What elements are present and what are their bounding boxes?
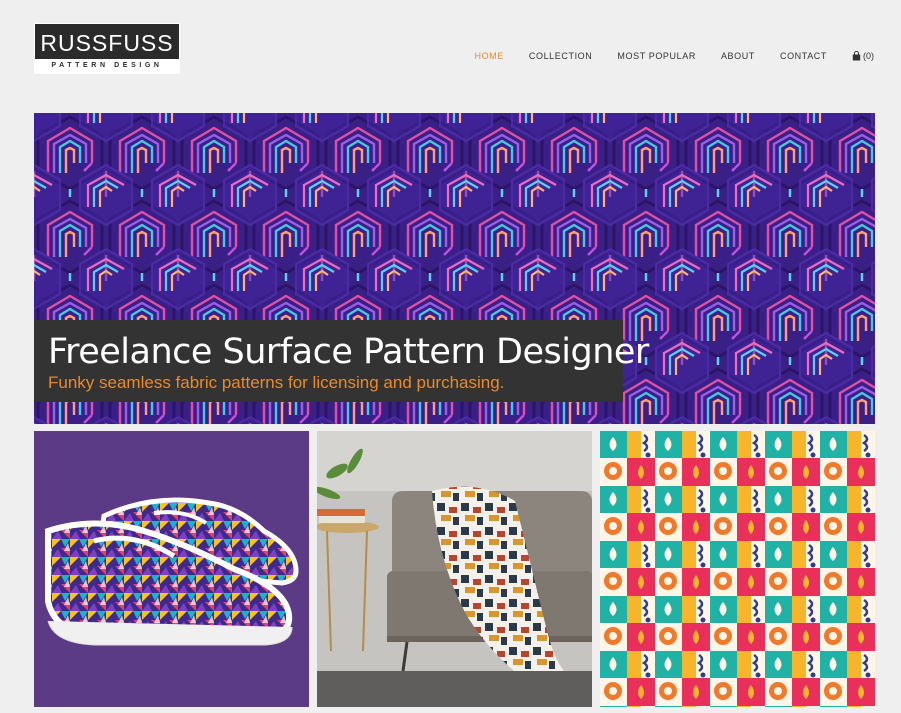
logo-tagline: PATTERN DESIGN xyxy=(35,59,179,73)
nav-contact[interactable]: CONTACT xyxy=(780,50,827,62)
product-tile-blanket[interactable] xyxy=(317,431,592,707)
nav-home[interactable]: HOME xyxy=(474,50,503,62)
bag-icon xyxy=(852,51,861,61)
hero-caption: Freelance Surface Pattern Designer Funky… xyxy=(34,320,649,402)
product-tile-sneakers[interactable] xyxy=(34,431,309,707)
logo-wordmark: RUSSFUSS xyxy=(40,30,174,56)
nav-collection[interactable]: COLLECTION xyxy=(529,50,593,62)
main-nav: HOME COLLECTION MOST POPULAR ABOUT CONTA… xyxy=(449,50,874,62)
cart-link[interactable]: (0) xyxy=(852,51,874,61)
brand-logo[interactable]: RUSSFUSS PATTERN DESIGN xyxy=(34,23,180,74)
hero-subtitle: Funky seamless fabric patterns for licen… xyxy=(48,373,505,392)
sneakers-image xyxy=(34,431,309,707)
hero-title: Freelance Surface Pattern Designer xyxy=(48,332,649,372)
nav-about[interactable]: ABOUT xyxy=(721,50,755,62)
cart-count: (0) xyxy=(863,51,874,61)
drops-pattern-image xyxy=(600,431,875,707)
blanket-on-sofa-image xyxy=(317,431,592,707)
hero-banner: Freelance Surface Pattern Designer Funky… xyxy=(34,113,875,424)
nav-most-popular[interactable]: MOST POPULAR xyxy=(617,50,696,62)
product-tile-pattern[interactable] xyxy=(600,431,875,707)
